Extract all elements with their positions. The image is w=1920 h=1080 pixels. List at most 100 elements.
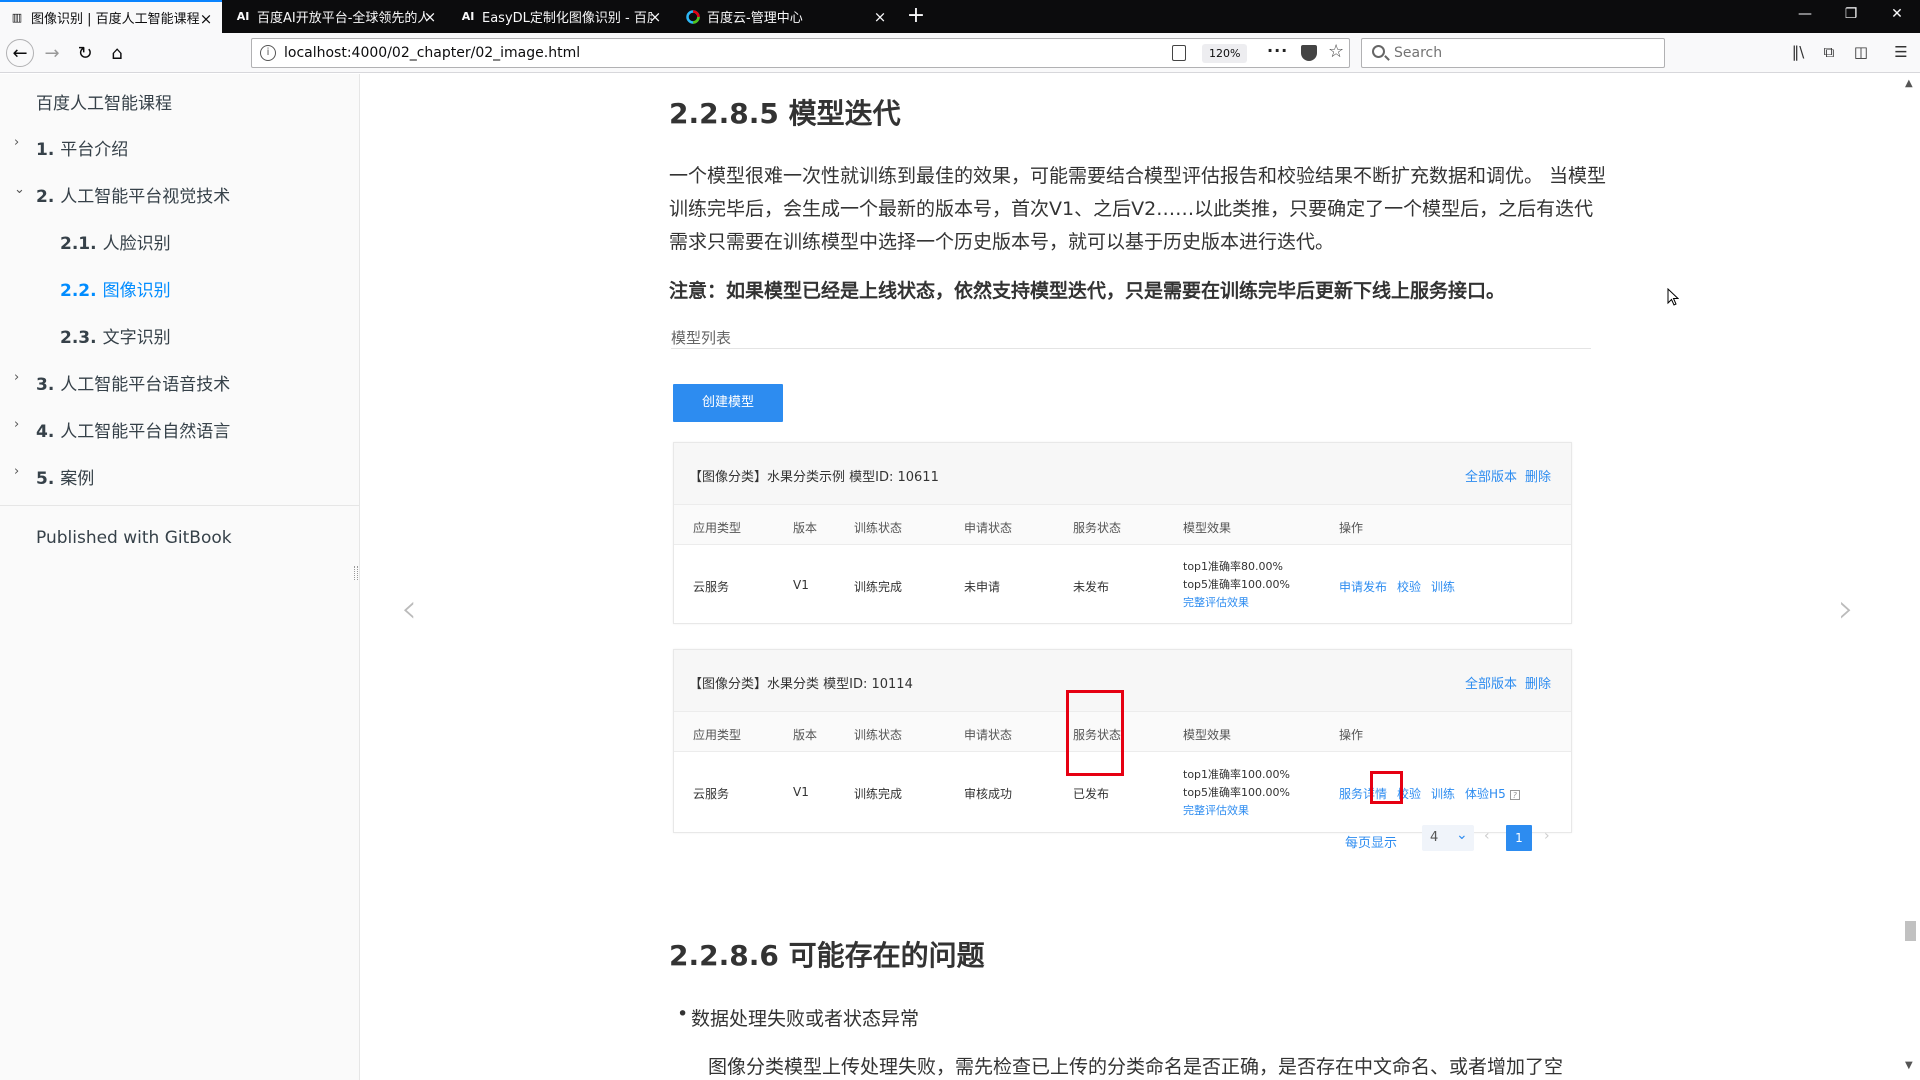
sidebar-item-vision[interactable]: ⌄ 2. 人工智能平台视觉技术 (14, 182, 231, 207)
per-page-value: 4 (1430, 830, 1439, 845)
create-model-button[interactable]: 创建模型 (673, 384, 783, 422)
chevron-right-icon[interactable]: › (14, 370, 19, 385)
url-bar[interactable]: i localhost:4000/02_chapter/02_image.htm… (251, 38, 1350, 68)
info-icon[interactable]: i (260, 45, 276, 61)
scroll-down-icon[interactable]: ▼ (1905, 1060, 1913, 1071)
page-content: ‹ › 2.2.8.5 模型迭代 一个模型很难一次性就训练到最佳的效果，可能需要… (361, 74, 1899, 1080)
zoom-level[interactable]: 120% (1202, 44, 1248, 63)
operations-cell: 服务详情 校验 训练 体验H5? (1339, 785, 1520, 802)
forward-arrow-icon[interactable]: → (38, 39, 66, 67)
section-heading-model-iteration: 2.2.8.5 模型迭代 (669, 97, 901, 130)
sidebar-item-image-recognition[interactable]: 2.2. 图像识别 (60, 276, 171, 301)
chevron-right-icon[interactable]: › (14, 135, 19, 150)
sidebar-item-label: 人脸识别 (102, 234, 171, 254)
more-actions-icon[interactable]: ··· (1267, 41, 1288, 60)
mouse-cursor-icon (1667, 288, 1679, 306)
chevron-right-icon[interactable]: › (14, 417, 19, 432)
minimize-button[interactable]: — (1790, 6, 1820, 22)
chevron-right-icon[interactable]: › (14, 464, 19, 479)
delete-link[interactable]: 删除 (1525, 677, 1551, 692)
full-evaluation-link[interactable]: 完整评估效果 (1183, 802, 1290, 820)
operations-cell: 申请发布 校验 训练 (1339, 578, 1465, 595)
back-arrow-icon[interactable]: ← (6, 39, 34, 67)
close-icon[interactable]: × (872, 8, 888, 26)
help-icon[interactable]: ? (1509, 790, 1520, 800)
window-close-button[interactable]: ✕ (1882, 6, 1912, 22)
app-type-cell: 云服务 (693, 580, 730, 594)
tab-baidu-cloud[interactable]: 百度云-管理中心 × (676, 0, 896, 33)
try-h5-link[interactable]: 体验H5 (1465, 787, 1506, 801)
sidebar-item-platform-intro[interactable]: › 1. 平台介绍 (14, 135, 129, 160)
model-list-title: 模型列表 (671, 329, 732, 347)
apply-publish-link[interactable]: 申请发布 (1339, 580, 1387, 594)
reload-icon[interactable]: ↻ (71, 39, 99, 67)
prev-page-icon[interactable]: ‹ (1484, 828, 1490, 844)
tab-image-recognition[interactable]: ▥ 图像识别 | 百度人工智能课程 × (0, 0, 222, 33)
menu-icon[interactable]: ☰ (1891, 43, 1911, 63)
sidebar-item-number: 2.2. (60, 281, 97, 301)
sidebar-resize-handle[interactable] (354, 566, 358, 580)
sidebar-toggle-icon[interactable]: ◫ (1851, 43, 1871, 63)
sidebar-item-number: 2.3. (60, 328, 97, 348)
train-link[interactable]: 训练 (1431, 580, 1455, 594)
vertical-scrollbar[interactable]: ▲ ▼ (1900, 74, 1920, 1080)
divider (671, 348, 1591, 349)
scrollbar-thumb[interactable] (1905, 921, 1916, 941)
service-status-cell: 已发布 (1073, 787, 1110, 801)
search-input[interactable]: Search (1361, 38, 1665, 68)
sidebar-item-cases[interactable]: › 5. 案例 (14, 464, 94, 489)
sidebar-item-face-recognition[interactable]: 2.1. 人脸识别 (60, 229, 171, 254)
book-title[interactable]: 百度人工智能课程 (36, 89, 172, 114)
delete-link[interactable]: 删除 (1525, 470, 1551, 485)
chevron-down-icon[interactable]: ⌄ (14, 182, 25, 197)
version-cell: V1 (793, 785, 809, 799)
next-page-small-icon[interactable]: › (1544, 828, 1550, 844)
tab-easydl[interactable]: AI EasyDL定制化图像识别 - 百度 × (451, 0, 671, 33)
sidebar-item-label: 人工智能平台视觉技术 (60, 187, 231, 207)
column-header: 操作 (1339, 521, 1364, 535)
scroll-up-icon[interactable]: ▲ (1905, 78, 1913, 89)
pocket-icon[interactable] (1301, 45, 1317, 61)
model-card: 【图像分类】水果分类示例 模型ID: 10611 全部版本 删除 应用类型 版本 … (673, 442, 1572, 624)
close-icon[interactable]: × (422, 8, 438, 26)
bookmark-star-icon[interactable]: ☆ (1328, 41, 1344, 62)
page-number-current[interactable]: 1 (1506, 825, 1532, 851)
published-with-gitbook-link[interactable]: Published with GitBook (36, 528, 232, 548)
per-page-select[interactable]: 4 ⌄ (1422, 825, 1474, 851)
tab-bar: ▥ 图像识别 | 百度人工智能课程 × AI 百度AI开放平台-全球领先的人 ×… (0, 0, 1920, 33)
next-page-icon[interactable]: › (1838, 586, 1854, 632)
model-card-header: 【图像分类】水果分类示例 模型ID: 10611 全部版本 删除 (674, 443, 1571, 505)
previous-page-icon[interactable]: ‹ (401, 586, 417, 632)
url-text[interactable]: localhost:4000/02_chapter/02_image.html (284, 45, 580, 61)
column-header: 服务状态 (1073, 521, 1122, 535)
tab-title: 百度云-管理中心 (707, 11, 803, 26)
model-card: 【图像分类】水果分类 模型ID: 10114 全部版本 删除 应用类型 版本 训练… (673, 649, 1572, 833)
sidebar-item-label: 图像识别 (102, 281, 171, 301)
paragraph-model-iteration: 一个模型很难一次性就训练到最佳的效果，可能需要结合模型评估报告和校验结果不断扩充… (669, 165, 1607, 253)
all-versions-link[interactable]: 全部版本 (1465, 677, 1517, 692)
validate-link[interactable]: 校验 (1397, 580, 1421, 594)
sidebar-item-nlp[interactable]: › 4. 人工智能平台自然语言 (14, 417, 230, 442)
sidebar-item-number: 2. (36, 187, 55, 207)
restore-button[interactable]: ❐ (1836, 6, 1866, 22)
home-icon[interactable]: ⌂ (103, 39, 131, 67)
all-versions-link[interactable]: 全部版本 (1465, 470, 1517, 485)
column-header: 版本 (793, 521, 818, 535)
screenshot-icon[interactable]: ⧉ (1819, 43, 1839, 63)
sidebar-item-number: 5. (36, 469, 55, 489)
sidebar-item-label: 文字识别 (102, 328, 171, 348)
sidebar-item-speech[interactable]: › 3. 人工智能平台语音技术 (14, 370, 230, 395)
column-header: 模型效果 (1183, 728, 1232, 742)
full-evaluation-link[interactable]: 完整评估效果 (1183, 594, 1290, 612)
close-icon[interactable]: × (647, 8, 663, 26)
service-status-cell: 未发布 (1073, 580, 1110, 594)
sidebar-item-text-recognition[interactable]: 2.3. 文字识别 (60, 323, 171, 348)
sidebar-item-label: 平台介绍 (60, 140, 129, 160)
tab-baidu-ai[interactable]: AI 百度AI开放平台-全球领先的人 × (226, 0, 446, 33)
train-link[interactable]: 训练 (1431, 787, 1455, 801)
library-icon[interactable]: ‖\ (1788, 43, 1808, 63)
table-header-row: 应用类型 版本 训练状态 申请状态 服务状态 模型效果 操作 (674, 505, 1571, 545)
new-tab-button[interactable]: + (903, 4, 929, 30)
reader-view-icon[interactable] (1172, 45, 1186, 61)
close-icon[interactable]: × (198, 10, 214, 28)
